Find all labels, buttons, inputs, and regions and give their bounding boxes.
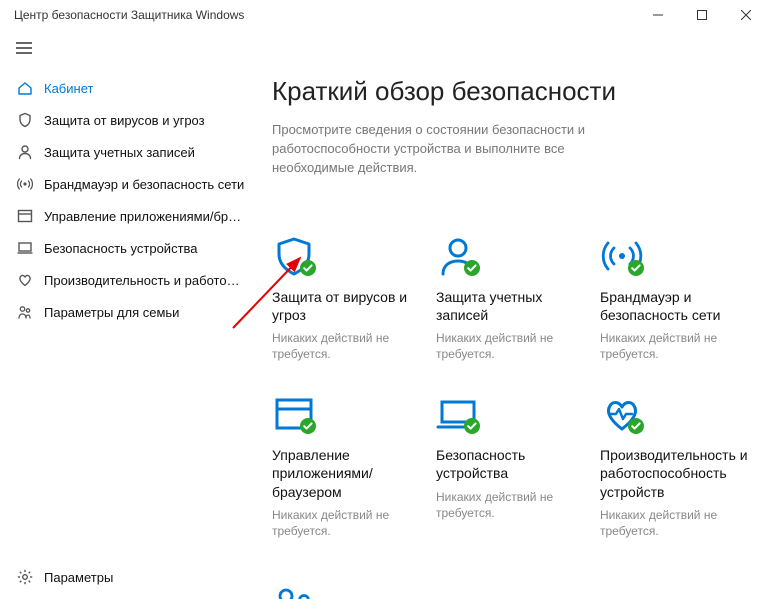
sidebar-item-label: Брандмауэр и безопасность сети (44, 177, 244, 192)
sidebar-item-label: Параметры (44, 570, 113, 585)
browser-icon (14, 208, 36, 224)
sidebar-item-network[interactable]: Брандмауэр и безопасность сети (0, 168, 246, 200)
device-icon (14, 240, 36, 256)
tile-status: Никаких действий не требуется. (436, 330, 586, 362)
app-title: Центр безопасности Защитника Windows (14, 8, 244, 22)
device-icon (436, 394, 484, 436)
shield-icon (272, 236, 320, 278)
window-controls (636, 0, 768, 30)
tile-person[interactable]: Защита учетных записей Никаких действий н… (436, 236, 586, 363)
sidebar-item-label: Производительность и работоспособность (44, 273, 246, 288)
home-icon (14, 80, 36, 96)
tiles-grid: Защита от вирусов и угроз Никаких действи… (272, 236, 742, 540)
sidebar-item-settings[interactable]: Параметры (0, 561, 246, 593)
nav-list: Кабинет Защита от вирусов и угроз Защита у… (0, 72, 246, 328)
tile-title: Защита учетных записей (436, 288, 586, 324)
tile-device[interactable]: Безопасность устройства Никаких действий … (436, 394, 586, 539)
sidebar-item-device[interactable]: Безопасность устройства (0, 232, 246, 264)
network-icon (14, 176, 36, 192)
tile-browser[interactable]: Управление приложениями/браузером Никаких… (272, 394, 422, 539)
tile-title: Брандмауэр и безопасность сети (600, 288, 750, 324)
sidebar-item-label: Кабинет (44, 81, 93, 96)
sidebar-item-label: Управление приложениями/браузером (44, 209, 246, 224)
sidebar-item-label: Безопасность устройства (44, 241, 198, 256)
close-button[interactable] (724, 0, 768, 30)
tile-heart[interactable]: Производительность и работоспособность у… (600, 394, 750, 539)
shield-icon (14, 112, 36, 128)
page-title: Краткий обзор безопасности (272, 76, 742, 107)
family-icon (272, 585, 320, 599)
sidebar-item-shield[interactable]: Защита от вирусов и угроз (0, 104, 246, 136)
network-icon (600, 236, 648, 278)
sidebar-item-browser[interactable]: Управление приложениями/браузером (0, 200, 246, 232)
tile-title: Защита от вирусов и угроз (272, 288, 422, 324)
sidebar: Кабинет Защита от вирусов и угроз Защита у… (0, 30, 246, 599)
sidebar-item-label: Параметры для семьи (44, 305, 179, 320)
hamburger-button[interactable] (4, 30, 44, 66)
tile-title: Управление приложениями/браузером (272, 446, 422, 501)
tile-status: Никаких действий не требуется. (600, 507, 750, 539)
tile-shield[interactable]: Защита от вирусов и угроз Никаких действи… (272, 236, 422, 363)
sidebar-item-heart[interactable]: Производительность и работоспособность (0, 264, 246, 296)
tile-title: Безопасность устройства (436, 446, 586, 482)
tile-status: Никаких действий не требуется. (436, 489, 586, 521)
titlebar: Центр безопасности Защитника Windows (0, 0, 768, 30)
browser-icon (272, 394, 320, 436)
tile-status: Никаких действий не требуется. (272, 330, 422, 362)
person-icon (436, 236, 484, 278)
maximize-button[interactable] (680, 0, 724, 30)
sidebar-item-label: Защита от вирусов и угроз (44, 113, 205, 128)
person-icon (14, 144, 36, 160)
heart-icon (14, 272, 36, 288)
page-subtitle: Просмотрите сведения о состоянии безопас… (272, 121, 642, 178)
tile-title: Производительность и работоспособность у… (600, 446, 750, 501)
gear-icon (14, 569, 36, 585)
tile-status: Никаких действий не требуется. (272, 507, 422, 539)
heart-icon (600, 394, 648, 436)
sidebar-item-person[interactable]: Защита учетных записей (0, 136, 246, 168)
family-icon (14, 304, 36, 320)
sidebar-item-label: Защита учетных записей (44, 145, 195, 160)
sidebar-item-family[interactable]: Параметры для семьи (0, 296, 246, 328)
sidebar-item-home[interactable]: Кабинет (0, 72, 246, 104)
tile-status: Никаких действий не требуется. (600, 330, 750, 362)
main-panel: Краткий обзор безопасности Просмотрите с… (246, 30, 768, 599)
minimize-button[interactable] (636, 0, 680, 30)
tile-network[interactable]: Брандмауэр и безопасность сети Никаких де… (600, 236, 750, 363)
